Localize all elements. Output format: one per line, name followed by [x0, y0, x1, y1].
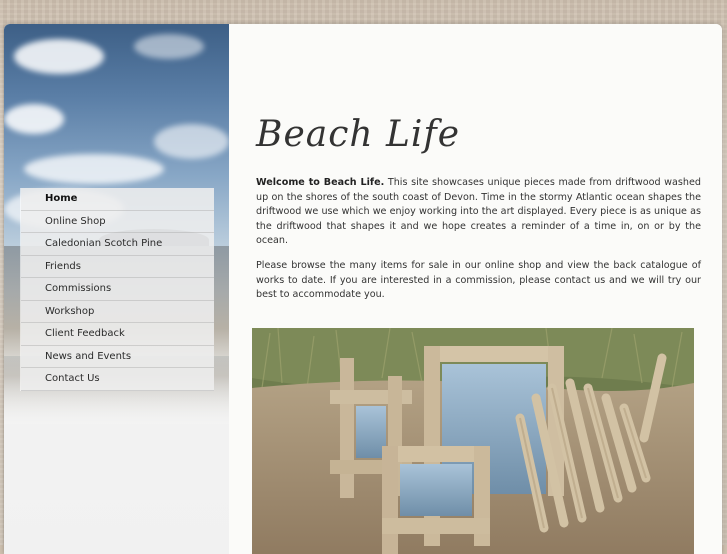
nav-item-client-feedback[interactable]: Client Feedback	[21, 323, 214, 346]
left-panel: Home Online Shop Caledonian Scotch Pine …	[4, 24, 229, 554]
browse-paragraph: Please browse the many items for sale in…	[256, 260, 701, 300]
driftwood-photo-illustration	[252, 328, 694, 554]
nav-item-caledonian-scotch-pine[interactable]: Caledonian Scotch Pine	[21, 233, 214, 256]
driftwood-mirrors-photo	[252, 328, 694, 554]
nav-item-online-shop[interactable]: Online Shop	[21, 210, 214, 233]
intro-bold: Welcome to Beach Life.	[256, 177, 385, 188]
nav-item-contact-us[interactable]: Contact Us	[21, 368, 214, 391]
nav-item-news-and-events[interactable]: News and Events	[21, 345, 214, 368]
nav-item-workshop[interactable]: Workshop	[21, 300, 214, 323]
page-container: Home Online Shop Caledonian Scotch Pine …	[4, 24, 722, 554]
nav-item-friends[interactable]: Friends	[21, 255, 214, 278]
nav-item-home[interactable]: Home	[21, 188, 214, 211]
main-navigation: Home Online Shop Caledonian Scotch Pine …	[20, 188, 214, 391]
nav-item-commissions[interactable]: Commissions	[21, 278, 214, 301]
intro-paragraph: Welcome to Beach Life. This site showcas…	[256, 176, 701, 249]
main-content: Beach Life Welcome to Beach Life. This s…	[232, 24, 722, 554]
site-title: Beach Life	[256, 114, 461, 155]
